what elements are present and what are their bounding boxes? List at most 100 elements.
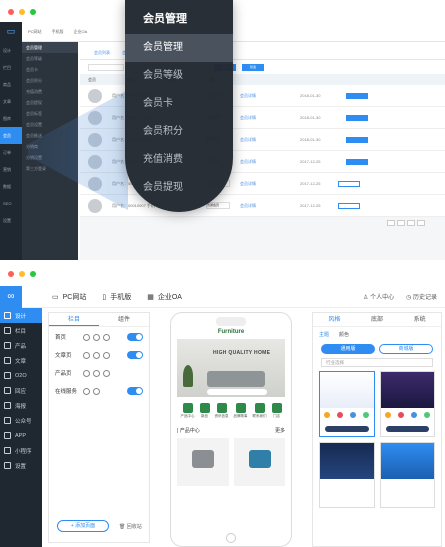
sidebar-item-column[interactable]: 栏目 (0, 323, 42, 338)
close-dot[interactable] (8, 271, 14, 277)
top-nav-oa[interactable]: ▦ 企业OA (147, 292, 182, 302)
popup-item[interactable]: 会员管理 (125, 34, 233, 62)
maximize-dot[interactable] (30, 9, 36, 15)
edit-icon[interactable] (83, 387, 90, 395)
sidebar-item-wechat[interactable]: 公众号 (0, 413, 42, 428)
action-button[interactable] (346, 158, 368, 165)
theme-thumbnail[interactable] (319, 371, 375, 437)
quick-icon-item[interactable]: 产品中心 (181, 403, 195, 419)
top-nav-mobile[interactable]: 手机版 (52, 29, 64, 35)
copy-icon[interactable] (93, 369, 100, 377)
quick-icon-item[interactable]: 新品 (199, 403, 210, 419)
sidebar-item-design[interactable]: 设计 (0, 308, 42, 323)
popup-item[interactable]: 会员卡 (125, 90, 233, 118)
action-button[interactable] (346, 136, 368, 143)
sidebar-item-article[interactable]: 文章 (0, 353, 42, 368)
product-card[interactable] (233, 438, 285, 486)
subtab-theme[interactable]: 主题 (319, 331, 329, 338)
copy-icon[interactable] (93, 351, 100, 359)
history-link[interactable]: ◷ 历史记录 (406, 292, 437, 301)
theme-thumbnail[interactable] (379, 442, 435, 508)
page-row[interactable]: 产品页 (49, 365, 149, 381)
popup-item[interactable]: 会员等级 (125, 62, 233, 90)
tab-footer[interactable]: 底部 (356, 313, 399, 326)
tab-style[interactable]: 风格 (313, 313, 356, 326)
sidebar-item[interactable]: 设计 (0, 42, 22, 59)
page-toggle[interactable] (127, 351, 143, 359)
top-nav-mobile[interactable]: ▯ 手机版 (102, 292, 131, 302)
detail-link[interactable]: 会员详情 (240, 203, 290, 209)
minimize-dot[interactable] (19, 271, 25, 277)
detail-link[interactable]: 会员详情 (240, 159, 290, 165)
sidebar-item-mini-program[interactable]: 小程序 (0, 443, 42, 458)
sidebar-item-app[interactable]: APP (0, 428, 42, 443)
sidebar-item-product[interactable]: 产品 (0, 338, 42, 353)
filter-button[interactable]: 筛选 (242, 63, 264, 71)
industry-select[interactable]: 行业选择 (321, 358, 433, 367)
action-button[interactable] (338, 180, 360, 187)
page-row[interactable]: 在线服务 (49, 383, 149, 399)
page-button[interactable] (407, 220, 415, 226)
page-row[interactable]: 首页 (49, 329, 149, 345)
edit-icon[interactable] (83, 333, 90, 341)
filter-input[interactable] (88, 63, 124, 71)
subnav-item[interactable]: 会员等级 (22, 53, 78, 64)
subnav-item[interactable]: 会员卡 (22, 64, 78, 75)
popup-item[interactable]: 会员积分 (125, 118, 233, 146)
delete-icon[interactable] (103, 369, 110, 377)
subnav-item[interactable]: 充值消费 (22, 86, 78, 97)
hero-banner[interactable]: HIGH QUALITY HOME (177, 339, 285, 397)
sidebar-item-o2o[interactable]: O2O (0, 368, 42, 383)
segment-mall[interactable]: 商城版 (379, 344, 433, 354)
sidebar-item[interactable]: 营销 (0, 161, 22, 178)
sidebar-item[interactable]: 订单 (0, 144, 22, 161)
edit-icon[interactable] (83, 351, 90, 359)
sidebar-item[interactable]: 栏目 (0, 59, 22, 76)
page-button[interactable] (397, 220, 405, 226)
detail-link[interactable]: 会员详情 (240, 93, 290, 99)
maximize-dot[interactable] (30, 271, 36, 277)
top-nav-pc[interactable]: PC网站 (28, 29, 42, 35)
page-toggle[interactable] (127, 387, 143, 395)
tab-column[interactable]: 栏目 (49, 313, 99, 326)
sidebar-item[interactable]: 文章 (0, 93, 22, 110)
minimize-dot[interactable] (19, 9, 25, 15)
page-button[interactable] (387, 220, 395, 226)
subnav-item[interactable]: 会员管理 (22, 42, 78, 53)
subnav-item[interactable]: 会员提现 (22, 97, 78, 108)
copy-icon[interactable] (93, 387, 100, 395)
add-page-button[interactable]: + 添加页面 (57, 520, 109, 532)
subtab-color[interactable]: 颜色 (339, 331, 349, 338)
action-button[interactable] (338, 202, 360, 209)
sidebar-item[interactable]: 商品 (0, 76, 22, 93)
sidebar-item[interactable]: SEO (0, 195, 22, 212)
phone-search-input[interactable] (207, 389, 267, 395)
page-toggle[interactable] (127, 333, 143, 341)
sidebar-item[interactable]: 图库 (0, 110, 22, 127)
detail-link[interactable]: 会员详情 (240, 115, 290, 121)
top-nav-pc[interactable]: ▭ PC网站 (52, 292, 86, 302)
sidebar-item[interactable]: 设置 (0, 212, 22, 229)
quick-icon-item[interactable]: 门店 (271, 403, 282, 419)
user-center-link[interactable]: ♙ 个人中心 (363, 292, 394, 301)
sidebar-item-settings[interactable]: 设置 (0, 458, 42, 473)
search-icon[interactable] (83, 369, 90, 377)
tab[interactable]: 会员列表 (94, 50, 110, 56)
detail-link[interactable]: 会员详情 (240, 137, 290, 143)
sidebar-item-member[interactable]: 会员 (0, 127, 22, 144)
sidebar-item[interactable]: 数据 (0, 178, 22, 195)
quick-icon-item[interactable]: 品牌故事 (234, 403, 248, 419)
subnav-item[interactable]: 会员积分 (22, 75, 78, 86)
page-button[interactable] (417, 220, 425, 226)
popup-item[interactable]: 充值消费 (125, 146, 233, 174)
quick-icon-item[interactable]: 资讯信息 (215, 403, 229, 419)
tab-system[interactable]: 系统 (398, 313, 441, 326)
top-nav-oa[interactable]: 企业OA (74, 29, 88, 35)
copy-icon[interactable] (93, 333, 100, 341)
segment-general[interactable]: 通用版 (321, 344, 375, 354)
product-card[interactable] (177, 438, 229, 486)
page-row[interactable]: 文章页 (49, 347, 149, 363)
more-link[interactable]: 更多 (275, 427, 285, 434)
tab-component[interactable]: 组件 (99, 313, 149, 326)
theme-thumbnail[interactable] (319, 442, 375, 508)
